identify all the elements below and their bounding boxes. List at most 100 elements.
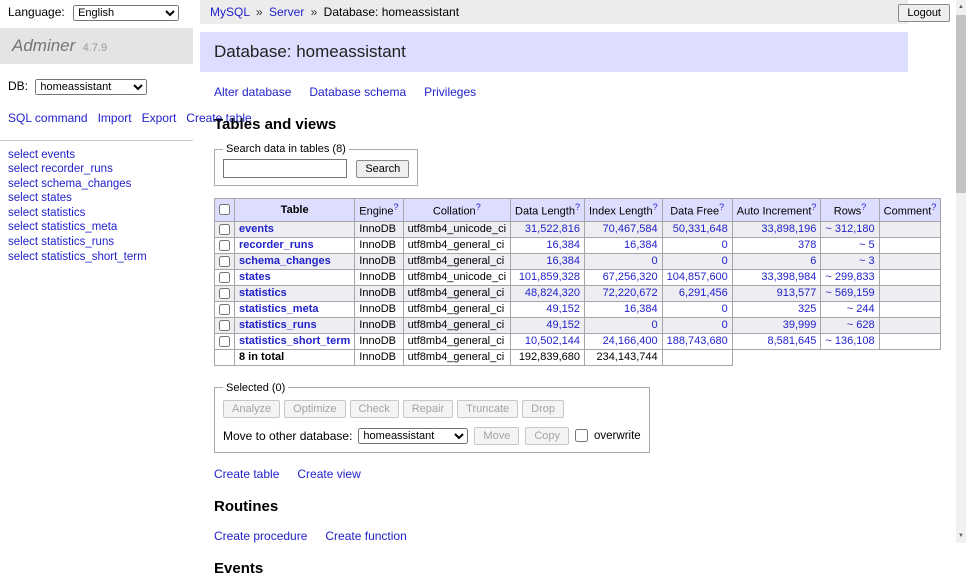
move-db-select[interactable]: homeassistant — [358, 428, 468, 444]
data-length-link[interactable]: 48,824,320 — [525, 287, 580, 299]
create-procedure-link[interactable]: Create procedure — [214, 529, 307, 543]
search-input[interactable] — [223, 159, 347, 178]
sidebar-link-select-recorder-runs[interactable]: select recorder_runs — [8, 163, 185, 177]
row-checkbox[interactable] — [219, 336, 230, 347]
index-length-link[interactable]: 67,256,320 — [603, 271, 658, 283]
column-help-link[interactable]: ? — [931, 202, 936, 212]
index-length-link[interactable]: 24,166,400 — [603, 335, 658, 347]
auto-increment-link[interactable]: 33,398,984 — [761, 271, 816, 283]
data-length-link[interactable]: 101,859,328 — [519, 271, 580, 283]
sidebar-action-import[interactable]: Import — [98, 111, 132, 125]
scrollbar-thumb[interactable] — [956, 15, 966, 193]
column-help-link[interactable]: ? — [394, 202, 399, 212]
index-length-link[interactable]: 16,384 — [624, 303, 658, 315]
create-function-link[interactable]: Create function — [325, 529, 406, 543]
rows-link[interactable]: ~ 299,833 — [825, 271, 874, 283]
sidebar-link-select-schema-changes[interactable]: select schema_changes — [8, 178, 185, 192]
auto-increment-link[interactable]: 8,581,645 — [767, 335, 816, 347]
data-length-link[interactable]: 49,152 — [546, 303, 580, 315]
column-help-link[interactable]: ? — [811, 202, 816, 212]
row-checkbox[interactable] — [219, 256, 230, 267]
drop-button[interactable]: Drop — [522, 400, 564, 418]
data-free-link[interactable]: 104,857,600 — [667, 271, 728, 283]
table-link-statistics_short_term[interactable]: statistics_short_term — [239, 335, 350, 347]
rows-link[interactable]: ~ 312,180 — [825, 223, 874, 235]
auto-increment-link[interactable]: 33,898,196 — [761, 223, 816, 235]
data-free-link[interactable]: 50,331,648 — [673, 223, 728, 235]
index-length-link[interactable]: 72,220,672 — [603, 287, 658, 299]
repair-button[interactable]: Repair — [403, 400, 453, 418]
sidebar-link-select-statistics-short-term[interactable]: select statistics_short_term — [8, 251, 185, 265]
column-help-link[interactable]: ? — [476, 202, 481, 212]
sidebar-action-export[interactable]: Export — [142, 111, 177, 125]
table-link-statistics_runs[interactable]: statistics_runs — [239, 319, 317, 331]
data-length-link[interactable]: 31,522,816 — [525, 223, 580, 235]
sidebar-link-select-states[interactable]: select states — [8, 192, 185, 206]
data-length-link[interactable]: 10,502,144 — [525, 335, 580, 347]
row-checkbox[interactable] — [219, 320, 230, 331]
rows-link[interactable]: ~ 569,159 — [825, 287, 874, 299]
vertical-scrollbar[interactable]: ▲ ▼ — [956, 0, 966, 543]
sidebar-link-select-statistics-runs[interactable]: select statistics_runs — [8, 236, 185, 250]
analyze-button[interactable]: Analyze — [223, 400, 280, 418]
sidebar-link-select-events[interactable]: select events — [8, 149, 185, 163]
table-link-schema_changes[interactable]: schema_changes — [239, 255, 331, 267]
column-help-link[interactable]: ? — [719, 202, 724, 212]
overwrite-label[interactable]: overwrite — [594, 430, 641, 442]
db-select[interactable]: homeassistant — [35, 79, 147, 95]
row-checkbox[interactable] — [219, 240, 230, 251]
breadcrumb-mysql-link[interactable]: MySQL — [210, 5, 250, 19]
db-nav-alter-database[interactable]: Alter database — [214, 85, 291, 99]
data-length-link[interactable]: 16,384 — [546, 255, 580, 267]
sidebar-action-sql-command[interactable]: SQL command — [8, 111, 88, 125]
data-length-link[interactable]: 49,152 — [546, 319, 580, 331]
table-link-statistics_meta[interactable]: statistics_meta — [239, 303, 319, 315]
optimize-button[interactable]: Optimize — [284, 400, 345, 418]
data-free-link[interactable]: 0 — [722, 255, 728, 267]
column-help-link[interactable]: ? — [861, 202, 866, 212]
create-view-link[interactable]: Create view — [297, 467, 360, 481]
table-link-recorder_runs[interactable]: recorder_runs — [239, 239, 314, 251]
sidebar-link-select-statistics[interactable]: select statistics — [8, 207, 185, 221]
table-link-states[interactable]: states — [239, 271, 271, 283]
index-length-link[interactable]: 16,384 — [624, 239, 658, 251]
table-link-events[interactable]: events — [239, 223, 274, 235]
breadcrumb-server-link[interactable]: Server — [269, 5, 304, 19]
scroll-down-icon[interactable]: ▼ — [956, 529, 966, 543]
index-length-link[interactable]: 0 — [652, 319, 658, 331]
move-button[interactable]: Move — [474, 427, 519, 445]
data-free-link[interactable]: 188,743,680 — [667, 335, 728, 347]
rows-link[interactable]: ~ 5 — [859, 239, 875, 251]
language-select[interactable]: English — [73, 5, 179, 21]
rows-link[interactable]: ~ 628 — [847, 319, 875, 331]
table-link-statistics[interactable]: statistics — [239, 287, 287, 299]
row-checkbox[interactable] — [219, 272, 230, 283]
row-checkbox[interactable] — [219, 288, 230, 299]
check-button[interactable]: Check — [350, 400, 399, 418]
rows-link[interactable]: ~ 3 — [859, 255, 875, 267]
data-free-link[interactable]: 0 — [722, 239, 728, 251]
auto-increment-link[interactable]: 378 — [798, 239, 816, 251]
auto-increment-link[interactable]: 325 — [798, 303, 816, 315]
data-length-link[interactable]: 16,384 — [546, 239, 580, 251]
logout-button[interactable]: Logout — [898, 4, 950, 22]
db-nav-database-schema[interactable]: Database schema — [309, 85, 406, 99]
truncate-button[interactable]: Truncate — [457, 400, 518, 418]
index-length-link[interactable]: 70,467,584 — [603, 223, 658, 235]
row-checkbox[interactable] — [219, 224, 230, 235]
data-free-link[interactable]: 6,291,456 — [679, 287, 728, 299]
row-checkbox[interactable] — [219, 304, 230, 315]
copy-button[interactable]: Copy — [525, 427, 569, 445]
data-free-link[interactable]: 0 — [722, 319, 728, 331]
search-button[interactable]: Search — [356, 160, 409, 178]
rows-link[interactable]: ~ 244 — [847, 303, 875, 315]
sidebar-link-select-statistics-meta[interactable]: select statistics_meta — [8, 221, 185, 235]
adminer-logo-link[interactable]: Adminer — [12, 36, 75, 55]
auto-increment-link[interactable]: 6 — [810, 255, 816, 267]
column-help-link[interactable]: ? — [575, 202, 580, 212]
rows-link[interactable]: ~ 136,108 — [825, 335, 874, 347]
data-free-link[interactable]: 0 — [722, 303, 728, 315]
column-help-link[interactable]: ? — [653, 202, 658, 212]
db-nav-privileges[interactable]: Privileges — [424, 85, 476, 99]
overwrite-checkbox[interactable] — [575, 429, 588, 442]
